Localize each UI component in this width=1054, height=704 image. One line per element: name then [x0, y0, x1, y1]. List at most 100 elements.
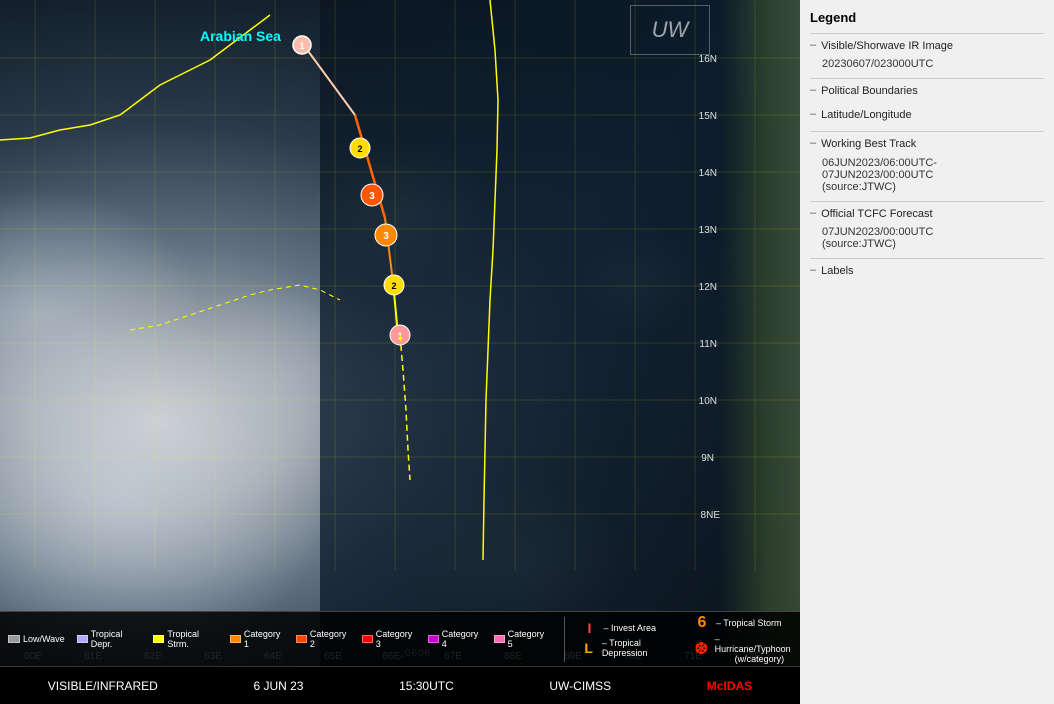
ts-icon: 6: [693, 614, 711, 632]
main-container: 1 2 3 3 2 1 16N 15N 14N 13N 12N 11N 10N: [0, 0, 1054, 704]
svg-text:3: 3: [383, 231, 389, 242]
label-cat1: Category 1: [244, 629, 284, 649]
legend-divider-vertical: [564, 617, 565, 662]
time-label: 15:30UTC: [399, 679, 454, 693]
legend-cat2: Category 2: [296, 629, 350, 649]
legend-tropical-depr: Tropical Depr.: [77, 629, 142, 649]
legend-section-labels: – Labels: [810, 264, 1044, 279]
color-cat3: [362, 635, 373, 643]
legend-section-political: – Political Boundaries: [810, 84, 1044, 99]
legend-cat5: Category 5: [494, 629, 548, 649]
lat-label-11n: 11N: [699, 339, 717, 350]
legend-low-wave: Low/Wave: [8, 634, 65, 644]
map-area: 1 2 3 3 2 1 16N 15N 14N 13N 12N 11N 10N: [0, 0, 800, 704]
track-symbols-column2: 6 – Tropical Storm ❆ – Hurricane/Typhoon…: [693, 614, 792, 664]
image-type-label: VISIBLE/INFRARED: [48, 679, 158, 693]
legend-visible-ir-datetime: 20230607/023000UTC: [822, 58, 1044, 70]
lat-label-10n: 10N: [699, 396, 717, 407]
invest-label: – Invest Area: [603, 623, 656, 633]
lat-label-9n: 9N: [701, 453, 714, 464]
dash-tcfc: –: [810, 207, 816, 219]
label-cat4: Category 4: [442, 629, 482, 649]
source-label: UW-CIMSS: [549, 679, 611, 693]
td-label: – Tropical Depression: [602, 638, 681, 658]
legend-section-best-track: – Working Best Track 06JUN2023/06:00UTC-…: [810, 137, 1044, 192]
legend-tropical-strm: Tropical Strm.: [153, 629, 218, 649]
label-tropical-depr: Tropical Depr.: [91, 629, 142, 649]
bottom-legend-bar: Low/Wave Tropical Depr. Tropical Strm. C…: [0, 611, 800, 666]
text-political: Political Boundaries: [821, 84, 918, 99]
color-low-wave: [8, 635, 20, 643]
lat-label-14n: 14N: [699, 168, 717, 179]
tcfc-datetime: 07JUN2023/00:00UTC: [822, 226, 1044, 238]
td-icon: L: [580, 640, 596, 656]
text-latlon: Latitude/Longitude: [821, 108, 912, 123]
invest-icon: I: [580, 620, 598, 636]
label-cat2: Category 2: [310, 629, 350, 649]
color-cat5: [494, 635, 505, 643]
legend-panel: Legend – Visible/Shorwave IR Image 20230…: [800, 0, 1054, 704]
dash-labels: –: [810, 264, 816, 276]
dash-political: –: [810, 84, 816, 96]
legend-divider-1: [810, 33, 1044, 34]
track-td: L – Tropical Depression: [580, 638, 681, 658]
color-cat2: [296, 635, 307, 643]
logo-area: UW: [630, 5, 710, 55]
dash-best-track: –: [810, 137, 816, 149]
lat-label-8ne: 8NE: [701, 510, 720, 521]
best-track-datetime1: 06JUN2023/06:00UTC-: [822, 157, 1044, 169]
bottom-info-bar: VISIBLE/INFRARED 6 JUN 23 15:30UTC UW-CI…: [0, 666, 800, 704]
color-cat1: [230, 635, 241, 643]
color-tropical-depr: [77, 635, 88, 643]
legend-section-latlon: – Latitude/Longitude: [810, 108, 1044, 123]
best-track-datetime2: 07JUN2023/00:00UTC: [822, 169, 1044, 181]
label-cat5: Category 5: [508, 629, 548, 649]
legend-divider-2: [810, 78, 1044, 79]
text-labels: Labels: [821, 264, 853, 279]
track-ts: 6 – Tropical Storm: [693, 614, 792, 632]
hurricane-label: – Hurricane/Typhoon(w/category): [715, 634, 792, 664]
dash-latlon: –: [810, 108, 816, 120]
tcfc-source: (source:JTWC): [822, 238, 1044, 250]
label-low-wave: Low/Wave: [23, 634, 65, 644]
logo-text: UW: [652, 17, 689, 43]
svg-text:2: 2: [357, 144, 362, 154]
legend-divider-5: [810, 258, 1044, 259]
svg-text:3: 3: [369, 191, 375, 202]
color-cat4: [428, 635, 439, 643]
grid-svg: 1 2 3 3 2 1: [0, 0, 800, 704]
date-label: 6 JUN 23: [253, 679, 303, 693]
legend-cat4: Category 4: [428, 629, 482, 649]
legend-cat1: Category 1: [230, 629, 284, 649]
legend-item-visible-ir: – Visible/Shorwave IR Image: [810, 39, 1044, 54]
color-tropical-strm: [153, 635, 164, 643]
label-cat3: Category 3: [376, 629, 416, 649]
mcidas-label: McIDAS: [707, 679, 752, 693]
text-visible-ir: Visible/Shorwave IR Image: [821, 39, 953, 54]
legend-title: Legend: [810, 10, 1044, 25]
hurricane-icon: ❆: [693, 639, 710, 659]
dash-visible-ir: –: [810, 39, 816, 51]
track-hurricane: ❆ – Hurricane/Typhoon(w/category): [693, 634, 792, 664]
legend-item-political: – Political Boundaries: [810, 84, 1044, 99]
ts-label: – Tropical Storm: [716, 618, 782, 628]
legend-item-labels: – Labels: [810, 264, 1044, 279]
lat-label-13n: 13N: [699, 225, 717, 236]
arabian-sea-label: Arabian Sea: [200, 28, 281, 44]
svg-text:1: 1: [299, 41, 304, 51]
text-best-track: Working Best Track: [821, 137, 916, 152]
track-symbols-column: I – Invest Area L – Tropical Depression: [580, 620, 681, 658]
legend-cat3: Category 3: [362, 629, 416, 649]
legend-section-visible-ir: – Visible/Shorwave IR Image 20230607/023…: [810, 39, 1044, 70]
legend-divider-4: [810, 201, 1044, 202]
legend-section-tcfc: – Official TCFC Forecast 07JUN2023/00:00…: [810, 207, 1044, 250]
legend-item-best-track: – Working Best Track: [810, 137, 1044, 152]
svg-text:2: 2: [391, 281, 396, 291]
legend-item-tcfc: – Official TCFC Forecast: [810, 207, 1044, 222]
lat-label-16n: 16N: [699, 54, 717, 65]
text-tcfc: Official TCFC Forecast: [821, 207, 932, 222]
best-track-source: (source:JTWC): [822, 181, 1044, 193]
label-tropical-strm: Tropical Strm.: [167, 629, 218, 649]
track-invest: I – Invest Area: [580, 620, 681, 636]
legend-divider-3: [810, 131, 1044, 132]
